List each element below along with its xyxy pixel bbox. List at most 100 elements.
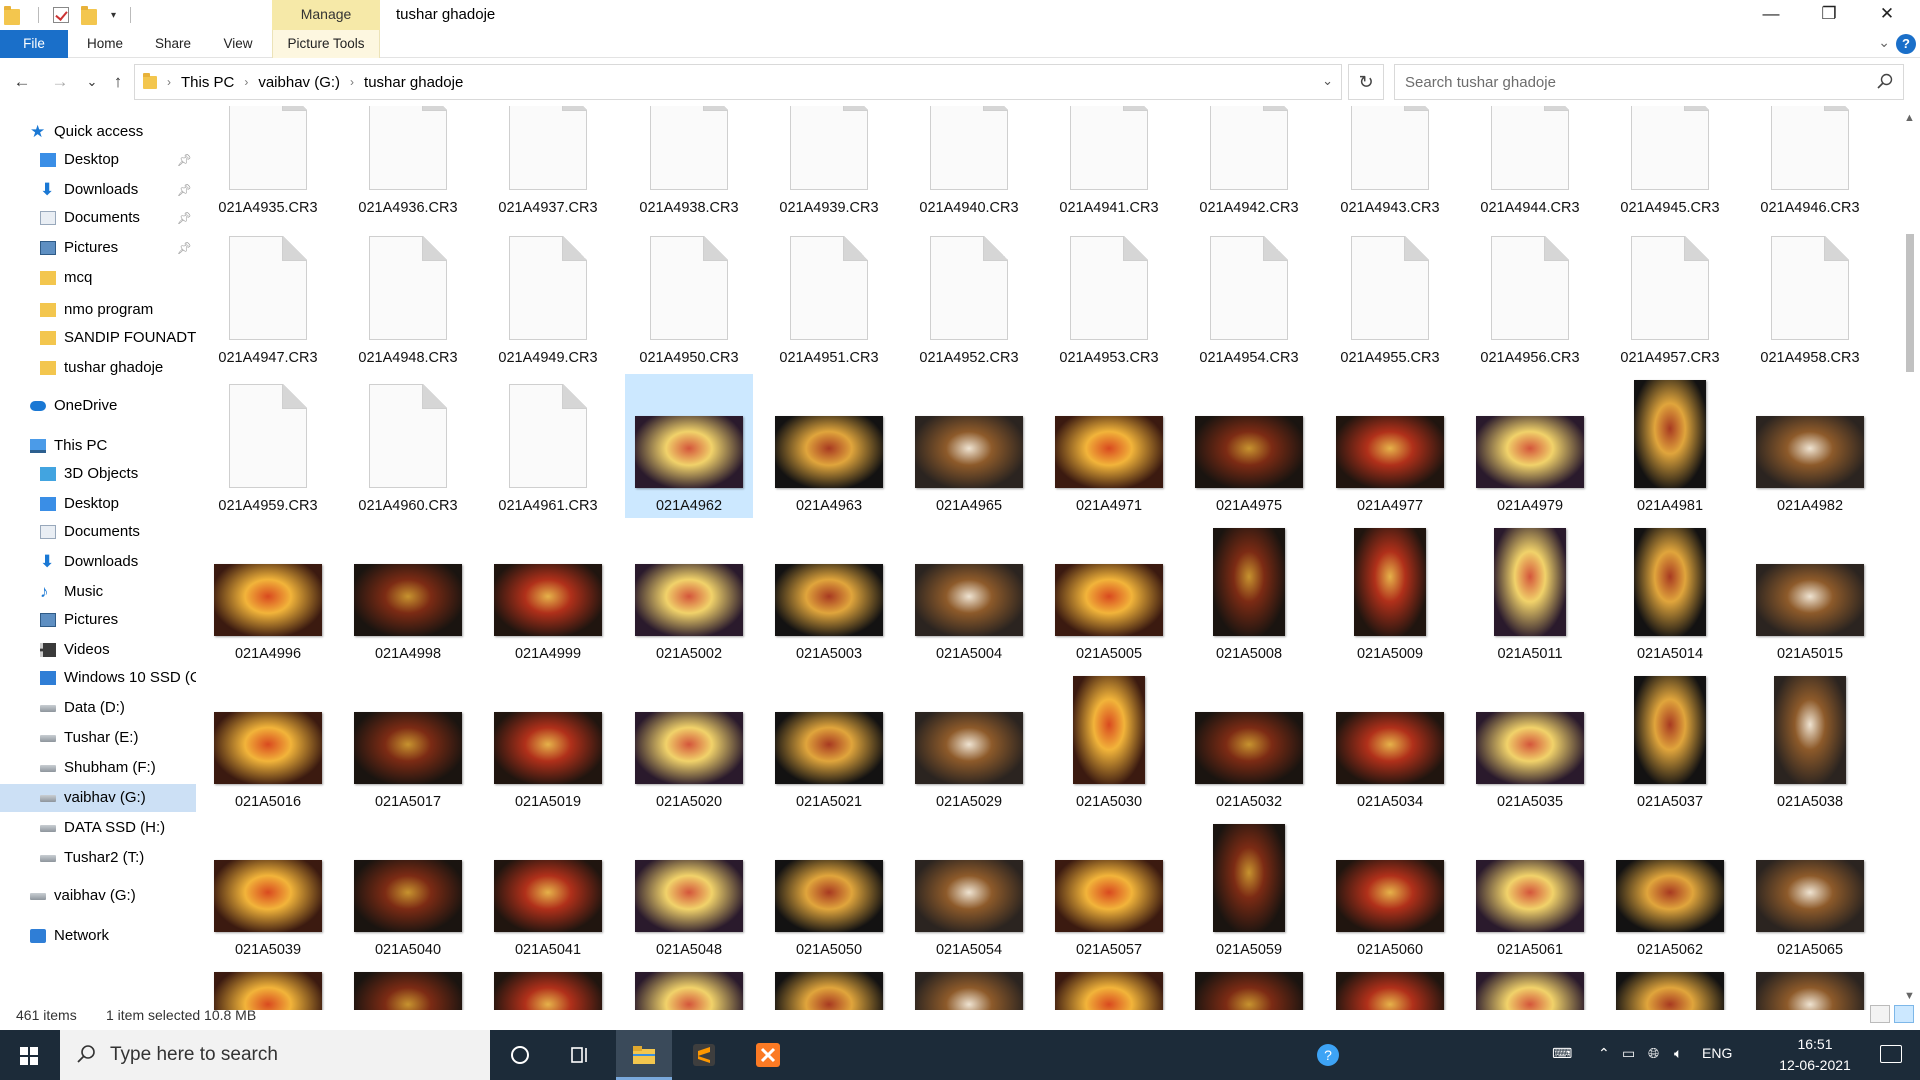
file-tile[interactable]: 021A5089 — [1606, 930, 1734, 1010]
scrollbar-thumb[interactable] — [1906, 234, 1914, 372]
expand-ribbon-icon[interactable]: ⌄ — [1878, 34, 1890, 51]
sidebar-item-videos[interactable]: Videos — [0, 636, 196, 664]
sidebar-item-music[interactable]: ♪ Music — [0, 578, 196, 606]
sidebar-item-vaibhav-g[interactable]: vaibhav (G:) — [0, 882, 196, 910]
sidebar-item-documents[interactable]: Documents — [0, 518, 196, 546]
cortana-button[interactable] — [492, 1030, 548, 1080]
file-tile[interactable]: 021A4948.CR3 — [344, 226, 472, 370]
file-tile[interactable]: 021A5068 — [344, 930, 472, 1010]
file-tile[interactable]: 021A4977 — [1326, 374, 1454, 518]
breadcrumb-this-pc[interactable]: This PC — [181, 74, 234, 91]
file-tile[interactable]: 021A4961.CR3 — [484, 374, 612, 518]
up-button[interactable]: ↑ — [106, 70, 130, 94]
file-tile[interactable]: 021A5015 — [1746, 522, 1874, 666]
search-icon[interactable] — [1877, 73, 1893, 89]
file-tile[interactable]: 021A5076 — [765, 930, 893, 1010]
breadcrumb-folder[interactable]: tushar ghadoje — [364, 74, 463, 91]
file-tile[interactable]: 021A5005 — [1045, 522, 1173, 666]
file-tile[interactable]: 021A5030 — [1045, 670, 1173, 814]
large-icons-view-icon[interactable] — [1894, 1005, 1914, 1023]
sidebar-item-data-d[interactable]: Data (D:) — [0, 694, 196, 722]
scroll-up-icon[interactable]: ▲ — [1904, 112, 1915, 124]
file-tile[interactable]: 021A4958.CR3 — [1746, 226, 1874, 370]
file-tile[interactable]: 021A4937.CR3 — [484, 106, 612, 220]
tab-file[interactable]: File — [0, 30, 68, 58]
file-tile[interactable]: 021A5016 — [204, 670, 332, 814]
file-tile[interactable]: 021A4963 — [765, 374, 893, 518]
file-tile[interactable]: 021A4950.CR3 — [625, 226, 753, 370]
file-tile[interactable]: 021A5077 — [905, 930, 1033, 1010]
clock[interactable]: 16:51 12-06-2021 — [1772, 1034, 1858, 1076]
back-button[interactable]: ← — [10, 70, 34, 94]
sidebar-item-downloads[interactable]: ⬇ Downloads — [0, 548, 196, 576]
file-tile[interactable]: 021A5017 — [344, 670, 472, 814]
taskbar-search[interactable]: Type here to search — [60, 1030, 490, 1080]
file-tile[interactable]: 021A5034 — [1326, 670, 1454, 814]
refresh-button[interactable]: ↻ — [1348, 64, 1384, 100]
recent-locations-button[interactable]: ⌄ — [80, 70, 104, 94]
file-tile[interactable]: 021A4935.CR3 — [204, 106, 332, 220]
file-tile[interactable]: 021A5002 — [625, 522, 753, 666]
file-tile[interactable]: 021A4947.CR3 — [204, 226, 332, 370]
file-tile[interactable]: 021A4959.CR3 — [204, 374, 332, 518]
sidebar-item-quick-access[interactable]: ★ Quick access — [0, 118, 196, 146]
task-view-button[interactable] — [552, 1030, 608, 1080]
file-tile[interactable]: 021A4945.CR3 — [1606, 106, 1734, 220]
start-button[interactable] — [0, 1030, 60, 1080]
file-tile[interactable]: 021A5088 — [1466, 930, 1594, 1010]
file-tile[interactable]: 021A4975 — [1185, 374, 1313, 518]
help-taskbar-button[interactable]: ? — [1300, 1030, 1356, 1080]
file-tile[interactable]: 021A4939.CR3 — [765, 106, 893, 220]
sidebar-item-data-ssd-h[interactable]: DATA SSD (H:) — [0, 814, 196, 842]
tab-share[interactable]: Share — [142, 30, 204, 58]
file-tile[interactable]: 021A4951.CR3 — [765, 226, 893, 370]
address-dropdown-icon[interactable]: ⌄ — [1322, 73, 1333, 89]
sidebar-item-nmo-program[interactable]: nmo program — [0, 296, 196, 324]
sidebar-item-tushar-ghadoje[interactable]: tushar ghadoje — [0, 354, 196, 382]
file-tile[interactable]: 021A4999 — [484, 522, 612, 666]
vertical-scrollbar[interactable]: ▲ ▼ — [1900, 106, 1920, 1010]
file-tile[interactable]: 021A4953.CR3 — [1045, 226, 1173, 370]
file-tile[interactable]: 021A4971 — [1045, 374, 1173, 518]
file-tile[interactable]: 021A4981 — [1606, 374, 1734, 518]
file-explorer-taskbar-button[interactable] — [616, 1030, 672, 1080]
volume-icon[interactable]: 🔈︎ — [1674, 1045, 1682, 1062]
file-tile[interactable]: 021A5035 — [1466, 670, 1594, 814]
sidebar-item-shubham-f[interactable]: Shubham (F:) — [0, 754, 196, 782]
sidebar-item-sandip-founadtio[interactable]: SANDIP FOUNADTIO — [0, 324, 196, 352]
sidebar-item-desktop[interactable]: Desktop — [0, 490, 196, 518]
sidebar-item-tushar2-t[interactable]: Tushar2 (T:) — [0, 844, 196, 872]
file-tile[interactable]: 021A5072 — [484, 930, 612, 1010]
restore-button[interactable]: ❐ — [1800, 0, 1858, 30]
breadcrumb-separator[interactable]: › — [244, 75, 248, 89]
file-tile[interactable]: 021A4962 — [625, 374, 753, 518]
file-tile[interactable]: 021A5029 — [905, 670, 1033, 814]
file-tile[interactable]: 021A4998 — [344, 522, 472, 666]
file-tile[interactable]: 021A4941.CR3 — [1045, 106, 1173, 220]
file-tile[interactable]: 021A5004 — [905, 522, 1033, 666]
file-tile[interactable]: 021A4944.CR3 — [1466, 106, 1594, 220]
file-tile[interactable]: 021A5038 — [1746, 670, 1874, 814]
sidebar-item-this-pc[interactable]: This PC — [0, 432, 196, 460]
network-icon[interactable]: 🌐︎ — [1648, 1045, 1659, 1062]
file-tile[interactable]: 021A4982 — [1746, 374, 1874, 518]
properties-icon[interactable] — [53, 7, 69, 23]
file-tile[interactable]: 021A4956.CR3 — [1466, 226, 1594, 370]
forward-button[interactable]: → — [48, 70, 72, 94]
file-tile[interactable]: 021A4954.CR3 — [1185, 226, 1313, 370]
file-tile[interactable]: 021A5019 — [484, 670, 612, 814]
file-tile[interactable]: 021A4960.CR3 — [344, 374, 472, 518]
sidebar-item-pictures[interactable]: Pictures — [0, 606, 196, 634]
file-tile[interactable]: 021A5032 — [1185, 670, 1313, 814]
scroll-down-icon[interactable]: ▼ — [1904, 990, 1915, 1002]
file-tile[interactable]: 021A4936.CR3 — [344, 106, 472, 220]
pin-icon[interactable]: 📌︎ — [177, 176, 192, 204]
sidebar-item-desktop[interactable]: Desktop 📌︎ — [0, 146, 196, 174]
manage-tab[interactable]: Manage — [272, 0, 380, 30]
sidebar-item-documents[interactable]: Documents 📌︎ — [0, 204, 196, 232]
file-tile[interactable]: 021A4979 — [1466, 374, 1594, 518]
search-input[interactable] — [1405, 71, 1845, 93]
file-tile[interactable]: 021A4957.CR3 — [1606, 226, 1734, 370]
file-tile[interactable]: 021A5078 — [1045, 930, 1173, 1010]
sidebar-item-mcq[interactable]: mcq — [0, 264, 196, 292]
